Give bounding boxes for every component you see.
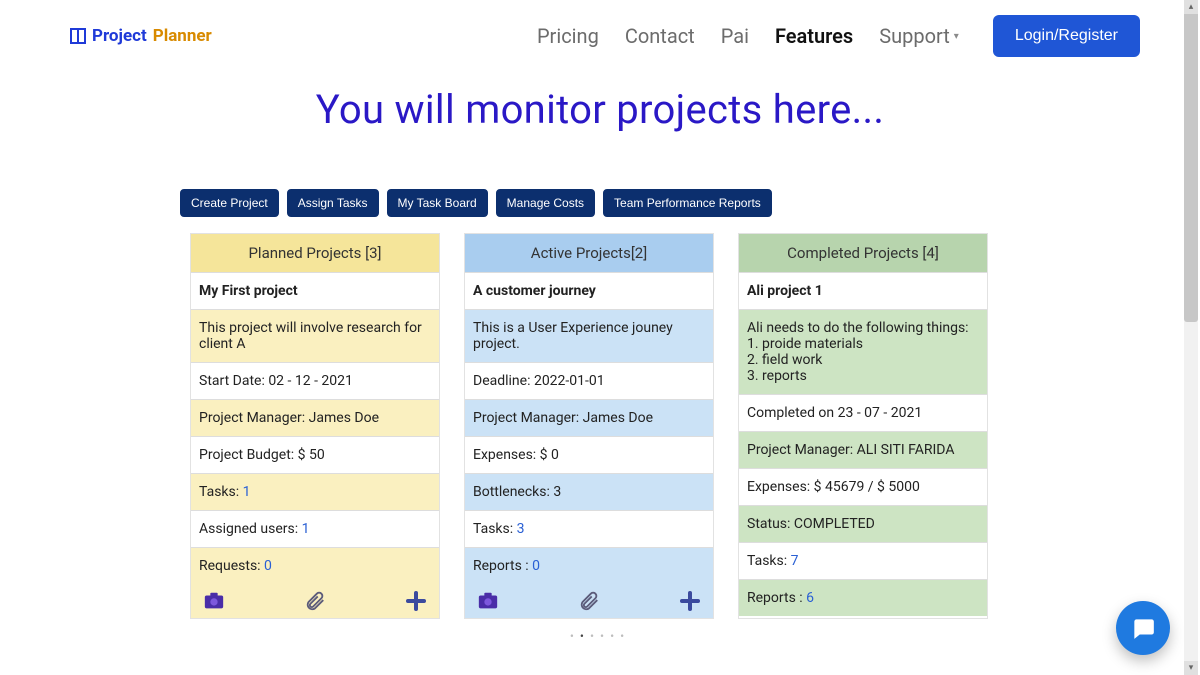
nav-link-pai[interactable]: Pai bbox=[721, 24, 749, 48]
column-active: Active Projects[2] A customer journey Th… bbox=[464, 233, 714, 619]
project-board: Planned Projects [3] My First project Th… bbox=[0, 233, 1200, 619]
card-tasks-label: Tasks: bbox=[747, 553, 791, 569]
logo[interactable]: Project Planner bbox=[70, 26, 212, 46]
hero-heading: You will monitor projects here... bbox=[0, 86, 1200, 133]
card-assigned-value[interactable]: 1 bbox=[302, 521, 310, 537]
logo-word-1: Project bbox=[92, 26, 147, 46]
camera-icon[interactable] bbox=[475, 590, 501, 612]
my-task-board-button[interactable]: My Task Board bbox=[387, 189, 488, 217]
card-status-completed: Status: COMPLETED bbox=[739, 505, 987, 542]
card-pm-active: Project Manager: James Doe bbox=[465, 399, 713, 436]
dot-4[interactable]: • bbox=[600, 629, 610, 643]
scrollbar-arrow-down[interactable]: ▾ bbox=[1184, 661, 1198, 675]
carousel-dots[interactable]: •••••• bbox=[0, 629, 1200, 643]
card-reports-value[interactable]: 6 bbox=[806, 590, 814, 606]
card-reports-label: Reports : bbox=[747, 590, 806, 606]
dot-5[interactable]: • bbox=[610, 629, 620, 643]
card-completedon: Completed on 23 - 07 - 2021 bbox=[739, 394, 987, 431]
attachment-icon[interactable] bbox=[576, 590, 602, 612]
card-tasks-active[interactable]: Tasks: 3 bbox=[465, 510, 713, 547]
scrollbar-arrow-up[interactable]: ▴ bbox=[1184, 0, 1198, 14]
card-tasks-value[interactable]: 3 bbox=[517, 521, 525, 537]
card-reports-active[interactable]: Reports : 0 bbox=[465, 547, 713, 584]
logo-icon bbox=[70, 28, 86, 44]
card-reports-value[interactable]: 0 bbox=[532, 558, 540, 574]
chevron-down-icon: ▾ bbox=[954, 31, 959, 42]
chat-icon bbox=[1130, 615, 1156, 641]
card-title-completed[interactable]: Ali project 1 bbox=[739, 272, 987, 309]
card-iconrow-active bbox=[465, 584, 713, 618]
card-assigned-label: Assigned users: bbox=[199, 521, 302, 537]
login-register-button[interactable]: Login/Register bbox=[993, 15, 1140, 57]
card-tasks-planned[interactable]: Tasks: 1 bbox=[191, 473, 439, 510]
nav-link-support-label: Support bbox=[879, 24, 950, 48]
card-desc-completed: Ali needs to do the following things: 1.… bbox=[739, 309, 987, 394]
nav-links: Pricing Contact Pai Features Support ▾ bbox=[537, 24, 959, 48]
card-requests-planned[interactable]: Requests: 0 bbox=[191, 547, 439, 584]
card-expenses-completed: Expenses: $ 45679 / $ 5000 bbox=[739, 468, 987, 505]
desc-line-1: Ali needs to do the following things: bbox=[747, 320, 979, 336]
card-iconrow-planned bbox=[191, 584, 439, 618]
assign-tasks-button[interactable]: Assign Tasks bbox=[287, 189, 379, 217]
card-title-active[interactable]: A customer journey bbox=[465, 272, 713, 309]
card-reports-completed[interactable]: Reports : 6 bbox=[739, 579, 987, 616]
attachment-icon[interactable] bbox=[302, 590, 328, 612]
nav-link-support[interactable]: Support ▾ bbox=[879, 24, 959, 48]
card-assigned-planned[interactable]: Assigned users: 1 bbox=[191, 510, 439, 547]
card-requests-value[interactable]: 0 bbox=[264, 558, 272, 574]
scrollbar-thumb[interactable] bbox=[1184, 2, 1198, 322]
column-header-planned: Planned Projects [3] bbox=[191, 234, 439, 272]
desc-line-3: 2. field work bbox=[747, 352, 979, 368]
nav-link-features[interactable]: Features bbox=[775, 24, 853, 48]
dot-6[interactable]: • bbox=[620, 629, 630, 643]
card-tasks-label: Tasks: bbox=[199, 484, 243, 500]
manage-costs-button[interactable]: Manage Costs bbox=[496, 189, 595, 217]
card-budget-planned: Project Budget: $ 50 bbox=[191, 436, 439, 473]
card-tasks-label: Tasks: bbox=[473, 521, 517, 537]
nav-link-pricing[interactable]: Pricing bbox=[537, 24, 599, 48]
card-tasks-value[interactable]: 7 bbox=[791, 553, 799, 569]
desc-line-4: 3. reports bbox=[747, 368, 979, 384]
nav-link-contact[interactable]: Contact bbox=[625, 24, 695, 48]
card-requests-label: Requests: bbox=[199, 558, 264, 574]
card-tasks-value[interactable]: 1 bbox=[243, 484, 251, 500]
chat-button[interactable] bbox=[1116, 601, 1170, 655]
column-header-active: Active Projects[2] bbox=[465, 234, 713, 272]
card-tasks-completed[interactable]: Tasks: 7 bbox=[739, 542, 987, 579]
camera-icon[interactable] bbox=[201, 590, 227, 612]
logo-word-2: Planner bbox=[153, 26, 212, 46]
column-planned: Planned Projects [3] My First project Th… bbox=[190, 233, 440, 619]
dot-2[interactable]: • bbox=[580, 629, 590, 643]
card-pm-planned: Project Manager: James Doe bbox=[191, 399, 439, 436]
plus-icon[interactable] bbox=[677, 590, 703, 612]
card-bottlenecks-active: Bottlenecks: 3 bbox=[465, 473, 713, 510]
create-project-button[interactable]: Create Project bbox=[180, 189, 279, 217]
card-startdate-planned: Start Date: 02 - 12 - 2021 bbox=[191, 362, 439, 399]
card-expenses-active: Expenses: $ 0 bbox=[465, 436, 713, 473]
column-completed: Completed Projects [4] Ali project 1 Ali… bbox=[738, 233, 988, 619]
card-pm-completed: Project Manager: ALI SITI FARIDA bbox=[739, 431, 987, 468]
card-desc-active: This is a User Experience jouney project… bbox=[465, 309, 713, 362]
card-title-planned[interactable]: My First project bbox=[191, 272, 439, 309]
desc-line-2: 1. proide materials bbox=[747, 336, 979, 352]
team-performance-reports-button[interactable]: Team Performance Reports bbox=[603, 189, 772, 217]
navbar: Project Planner Pricing Contact Pai Feat… bbox=[0, 0, 1200, 72]
card-deadline-active: Deadline: 2022-01-01 bbox=[465, 362, 713, 399]
action-button-row: Create Project Assign Tasks My Task Boar… bbox=[180, 189, 1200, 217]
dot-3[interactable]: • bbox=[590, 629, 600, 643]
card-reports-label: Reports : bbox=[473, 558, 532, 574]
column-header-completed: Completed Projects [4] bbox=[739, 234, 987, 272]
plus-icon[interactable] bbox=[403, 590, 429, 612]
dot-1[interactable]: • bbox=[570, 629, 580, 643]
card-desc-planned: This project will involve research for c… bbox=[191, 309, 439, 362]
